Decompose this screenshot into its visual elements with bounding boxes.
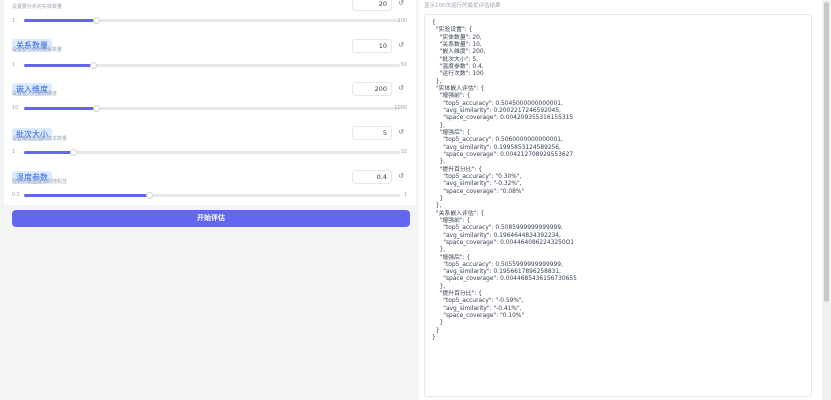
batch-size-handle[interactable] <box>69 149 77 156</box>
output-json-text: { "实验设置": { "实体数量": 20, "关系数量": 10, "嵌入维… <box>432 20 577 342</box>
settings-panel: 设置要分析的实体数量 20 ↺ 1 100 关系数量 设置要分析的关系数量 10… <box>0 0 416 400</box>
scrollbar-thumb[interactable] <box>824 2 829 302</box>
embedding-dim-handle[interactable] <box>93 105 101 112</box>
entity-count-fill <box>24 19 97 22</box>
embedding-dim-input[interactable]: 200 <box>352 82 392 96</box>
entity-count-min: 1 <box>12 18 16 24</box>
embedding-dim-reset-icon[interactable]: ↺ <box>396 83 406 93</box>
batch-size-fill <box>24 151 73 154</box>
relation-count-max: 50 <box>400 62 407 68</box>
batch-size-min: 1 <box>12 149 16 155</box>
temperature-max: 1 <box>403 192 407 198</box>
temperature-info: 控制大模型翻译的随机性 <box>12 179 68 185</box>
batch-size-input[interactable]: 5 <box>352 126 392 140</box>
relation-count-track[interactable] <box>24 62 400 69</box>
temperature-track[interactable] <box>24 192 400 199</box>
batch-size-max: 32 <box>400 149 407 155</box>
output-textbox[interactable]: { "实验设置": { "实体数量": 20, "关系数量": 10, "嵌入维… <box>424 14 812 397</box>
output-panel: 显示100次运行的最优评估结果 { "实验设置": { "实体数量": 20, … <box>419 0 822 400</box>
start-evaluation-button[interactable]: 开始评估 <box>12 210 410 227</box>
app: 设置要分析的实体数量 20 ↺ 1 100 关系数量 设置要分析的关系数量 10… <box>0 0 831 400</box>
temperature-slider: 温度参数 控制大模型翻译的随机性 0.4 ↺ 0.1 1 <box>12 165 412 205</box>
entity-count-info: 设置要分析的实体数量 <box>12 4 63 10</box>
temperature-handle[interactable] <box>146 192 154 199</box>
relation-count-reset-icon[interactable]: ↺ <box>396 40 406 50</box>
temperature-fill <box>24 194 150 197</box>
entity-count-slider: 设置要分析的实体数量 20 ↺ 1 100 <box>12 0 412 26</box>
temperature-reset-icon[interactable]: ↺ <box>396 171 406 181</box>
embedding-dim-slider: 嵌入维度 设置嵌入向量的维度 200 ↺ 10 1000 <box>12 77 412 117</box>
embedding-dim-min: 10 <box>12 105 19 111</box>
relation-count-slider: 关系数量 设置要分析的关系数量 10 ↺ 1 50 <box>12 33 412 73</box>
relation-count-min: 1 <box>12 62 16 68</box>
relation-count-handle[interactable] <box>90 62 98 69</box>
embedding-dim-fill <box>24 107 97 110</box>
page-scrollbar[interactable] <box>822 0 831 400</box>
embedding-dim-track[interactable] <box>24 105 400 112</box>
temperature-min: 0.1 <box>12 192 20 198</box>
batch-size-track[interactable] <box>24 149 400 156</box>
relation-count-info: 设置要分析的关系数量 <box>12 47 63 53</box>
embedding-dim-info: 设置嵌入向量的维度 <box>12 91 58 97</box>
batch-size-info: 设置每批处理的样本数量 <box>12 136 68 142</box>
entity-count-track[interactable] <box>24 17 400 24</box>
embedding-dim-max: 1000 <box>394 105 407 111</box>
batch-size-reset-icon[interactable]: ↺ <box>396 127 406 137</box>
relation-count-input[interactable]: 10 <box>352 39 392 53</box>
batch-size-slider: 批次大小 设置每批处理的样本数量 5 ↺ 1 32 <box>12 122 412 162</box>
entity-count-max: 100 <box>397 18 407 24</box>
entity-count-input[interactable]: 20 <box>352 0 392 11</box>
temperature-input[interactable]: 0.4 <box>352 170 392 184</box>
entity-count-reset-icon[interactable]: ↺ <box>396 0 406 8</box>
entity-count-handle[interactable] <box>93 17 101 24</box>
output-info: 显示100次运行的最优评估结果 <box>424 3 501 9</box>
relation-count-fill <box>24 64 94 67</box>
